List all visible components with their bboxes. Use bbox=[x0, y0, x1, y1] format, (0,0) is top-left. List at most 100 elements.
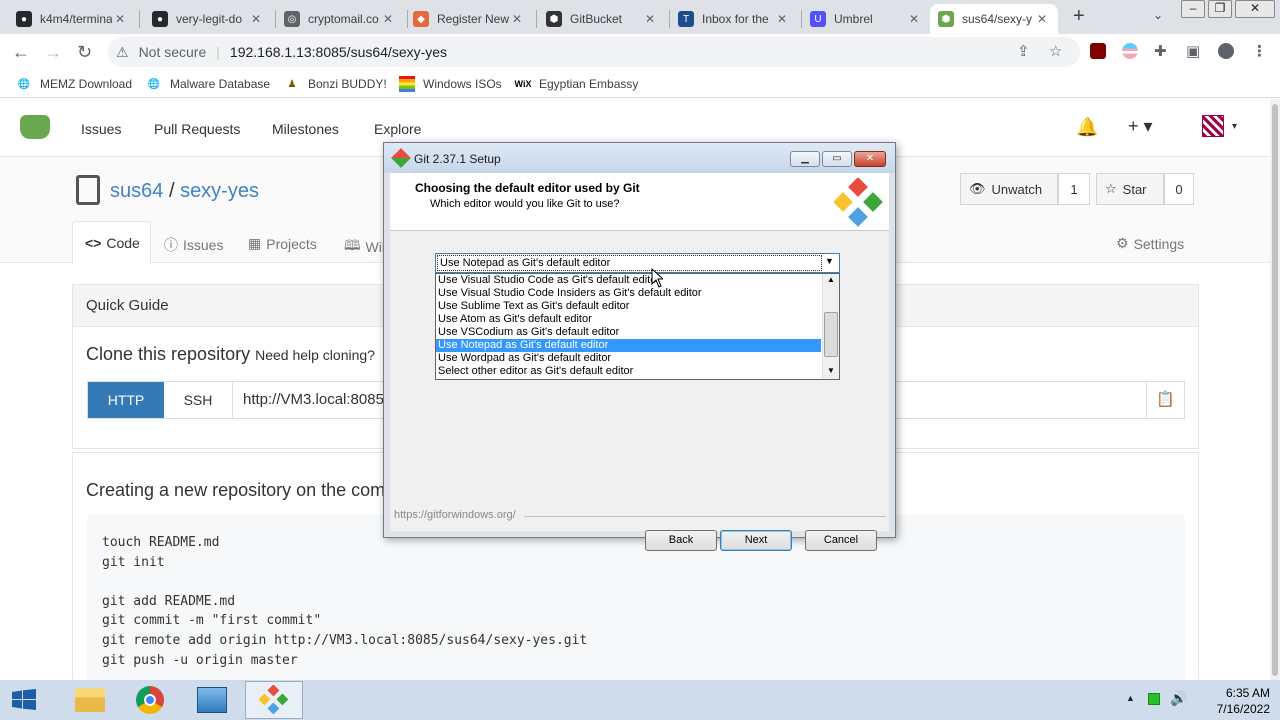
dialog-minimize-button[interactable]: ▁ bbox=[790, 151, 820, 167]
repo-name-link[interactable]: sexy-yes bbox=[180, 180, 259, 202]
browser-tab[interactable]: ◎ cryptomail.co ✕ bbox=[276, 4, 404, 34]
nav-milestones[interactable]: Milestones bbox=[272, 121, 339, 137]
watch-count[interactable]: 1 bbox=[1058, 173, 1090, 205]
bookmark-memz[interactable]: 🌐 MEMZ Download bbox=[16, 76, 132, 92]
close-tab-icon[interactable]: ✕ bbox=[642, 12, 658, 26]
profile-avatar-icon[interactable] bbox=[1218, 43, 1234, 59]
taskbar-git-setup[interactable] bbox=[245, 681, 303, 719]
browser-tab[interactable]: T Inbox for the ✕ bbox=[670, 4, 798, 34]
browser-tab[interactable]: ⬢ GitBucket ✕ bbox=[538, 4, 666, 34]
warning-icon[interactable]: ⚠ bbox=[116, 44, 129, 61]
repo-owner-link[interactable]: sus64 bbox=[110, 180, 163, 202]
editor-option-vscode-insiders[interactable]: Use Visual Studio Code Insiders as Git's… bbox=[436, 287, 821, 300]
maximize-button[interactable]: ❐ bbox=[1208, 0, 1232, 18]
bonzi-icon: ♟ bbox=[287, 78, 297, 90]
back-button[interactable]: Back bbox=[645, 530, 717, 551]
editor-option-vscode[interactable]: Use Visual Studio Code as Git's default … bbox=[436, 274, 821, 287]
ublock-icon[interactable] bbox=[1090, 43, 1106, 59]
browser-tab[interactable]: U Umbrel ✕ bbox=[802, 4, 930, 34]
editor-option-other[interactable]: Select other editor as Git's default edi… bbox=[436, 365, 821, 378]
minimize-button[interactable]: – bbox=[1181, 0, 1205, 18]
close-tab-icon[interactable]: ✕ bbox=[509, 12, 525, 26]
side-panel-icon[interactable]: ▣ bbox=[1186, 42, 1200, 60]
bookmark-bonzi[interactable]: ♟ Bonzi BUDDY! bbox=[284, 76, 387, 92]
unwatch-button[interactable]: 👁 Unwatch bbox=[960, 173, 1058, 205]
chrome-menu-icon[interactable]: ⋮ bbox=[1252, 42, 1267, 60]
editor-option-vscodium[interactable]: Use VSCodium as Git's default editor bbox=[436, 326, 821, 339]
page-scrollbar-thumb[interactable] bbox=[1272, 104, 1278, 676]
dropdown-arrow-icon[interactable]: ▼ bbox=[825, 256, 834, 266]
github-icon: ● bbox=[16, 11, 32, 27]
avatar-chevron-icon[interactable]: ▾ bbox=[1232, 121, 1237, 132]
editor-option-atom[interactable]: Use Atom as Git's default editor bbox=[436, 313, 821, 326]
nav-explore[interactable]: Explore bbox=[374, 121, 421, 137]
dropdown-scrollbar[interactable]: ▲ ▼ bbox=[822, 274, 839, 379]
git-website-link[interactable]: https://gitforwindows.org/ bbox=[394, 509, 516, 521]
star-button[interactable]: ☆ Star bbox=[1096, 173, 1164, 205]
browser-tab[interactable]: ● k4m4/terminal ✕ bbox=[8, 4, 136, 34]
editor-select-value[interactable]: Use Notepad as Git's default editor bbox=[437, 255, 822, 271]
next-button[interactable]: Next bbox=[720, 530, 792, 551]
taskbar-file-explorer[interactable] bbox=[61, 681, 119, 719]
tab-search-chevron-icon[interactable]: ⌄ bbox=[1153, 8, 1163, 22]
nav-pull-requests[interactable]: Pull Requests bbox=[154, 121, 240, 137]
editor-option-sublime[interactable]: Use Sublime Text as Git's default editor bbox=[436, 300, 821, 313]
user-avatar[interactable] bbox=[1202, 115, 1224, 137]
star-count[interactable]: 0 bbox=[1164, 173, 1194, 205]
tray-show-hidden-icon[interactable]: ▲ bbox=[1126, 693, 1135, 703]
editor-dropdown-list[interactable]: Use Visual Studio Code as Git's default … bbox=[435, 273, 840, 380]
editor-option-wordpad[interactable]: Use Wordpad as Git's default editor bbox=[436, 352, 821, 365]
tab-projects[interactable]: ▦ Projects bbox=[248, 235, 317, 252]
create-plus-icon[interactable]: + ▾ bbox=[1128, 116, 1153, 137]
scroll-down-arrow-icon[interactable]: ▼ bbox=[827, 366, 835, 375]
close-tab-icon[interactable]: ✕ bbox=[380, 12, 396, 26]
address-bar[interactable]: ⚠ Not secure | 192.168.1.13:8085/sus64/s… bbox=[108, 37, 1080, 67]
bookmark-malware-db[interactable]: 🌐 Malware Database bbox=[146, 76, 270, 92]
close-window-button[interactable]: ✕ bbox=[1235, 0, 1275, 18]
back-arrow-icon[interactable]: ← bbox=[12, 42, 30, 63]
tab-title: Inbox for the bbox=[702, 12, 769, 26]
taskbar-chrome[interactable] bbox=[121, 681, 179, 719]
browser-tab[interactable]: ⬢ sus64/sexy-y ✕ bbox=[930, 4, 1058, 34]
scroll-up-arrow-icon[interactable]: ▲ bbox=[827, 275, 835, 284]
browser-tab[interactable]: ◆ Register New ✕ bbox=[405, 4, 533, 34]
close-tab-icon[interactable]: ✕ bbox=[1034, 12, 1050, 26]
editor-select[interactable]: Use Notepad as Git's default editor ▼ bbox=[435, 253, 840, 273]
editor-option-notepad[interactable]: Use Notepad as Git's default editor bbox=[436, 339, 821, 352]
dialog-maximize-button[interactable]: ▭ bbox=[822, 151, 852, 167]
nav-issues[interactable]: Issues bbox=[81, 121, 121, 137]
gitbucket-logo-icon[interactable] bbox=[20, 115, 50, 139]
tray-network-icon[interactable] bbox=[1148, 693, 1160, 705]
tab-settings[interactable]: ⚙ Settings bbox=[1116, 235, 1184, 252]
notification-bell-icon[interactable]: 🔔 bbox=[1076, 117, 1098, 138]
bookmark-egyptian-embassy[interactable]: WiX Egyptian Embassy bbox=[515, 76, 639, 92]
close-tab-icon[interactable]: ✕ bbox=[906, 12, 922, 26]
extension-flag-icon[interactable] bbox=[1122, 43, 1138, 59]
new-tab-button[interactable]: + bbox=[1073, 5, 1085, 28]
copy-clipboard-icon[interactable]: 📋 bbox=[1146, 382, 1184, 418]
taskbar-control-panel[interactable] bbox=[183, 681, 241, 719]
dropdown-scroll-thumb[interactable] bbox=[824, 312, 838, 357]
close-tab-icon[interactable]: ✕ bbox=[774, 12, 790, 26]
close-tab-icon[interactable]: ✕ bbox=[112, 12, 128, 26]
cancel-button[interactable]: Cancel bbox=[805, 530, 877, 551]
system-clock[interactable]: 6:35 AM 7/16/2022 bbox=[1170, 685, 1270, 717]
http-button[interactable]: HTTP bbox=[88, 382, 164, 418]
forward-arrow-icon[interactable]: → bbox=[44, 42, 62, 63]
bookmark-windows-isos[interactable]: Windows ISOs bbox=[399, 76, 502, 92]
clone-help-link[interactable]: Need help cloning? bbox=[255, 347, 375, 363]
bookmark-star-icon[interactable]: ☆ bbox=[1049, 42, 1062, 60]
windows-logo-icon bbox=[12, 689, 36, 710]
browser-tab[interactable]: ● very-legit-do ✕ bbox=[144, 4, 272, 34]
url-text[interactable]: 192.168.1.13:8085/sus64/sexy-yes bbox=[230, 44, 447, 60]
extensions-puzzle-icon[interactable]: ✚ bbox=[1154, 42, 1167, 60]
tab-issues[interactable]: ⓘ Issues bbox=[164, 235, 223, 255]
reload-icon[interactable]: ↻ bbox=[77, 42, 92, 63]
start-button[interactable] bbox=[12, 689, 36, 711]
share-icon[interactable]: ⇪ bbox=[1017, 42, 1030, 60]
ssh-button[interactable]: SSH bbox=[164, 382, 233, 418]
close-tab-icon[interactable]: ✕ bbox=[248, 12, 264, 26]
security-status[interactable]: Not secure bbox=[139, 44, 207, 60]
tab-code-label[interactable]: <> Code bbox=[85, 235, 140, 251]
dialog-close-button[interactable]: ✕ bbox=[854, 151, 886, 167]
